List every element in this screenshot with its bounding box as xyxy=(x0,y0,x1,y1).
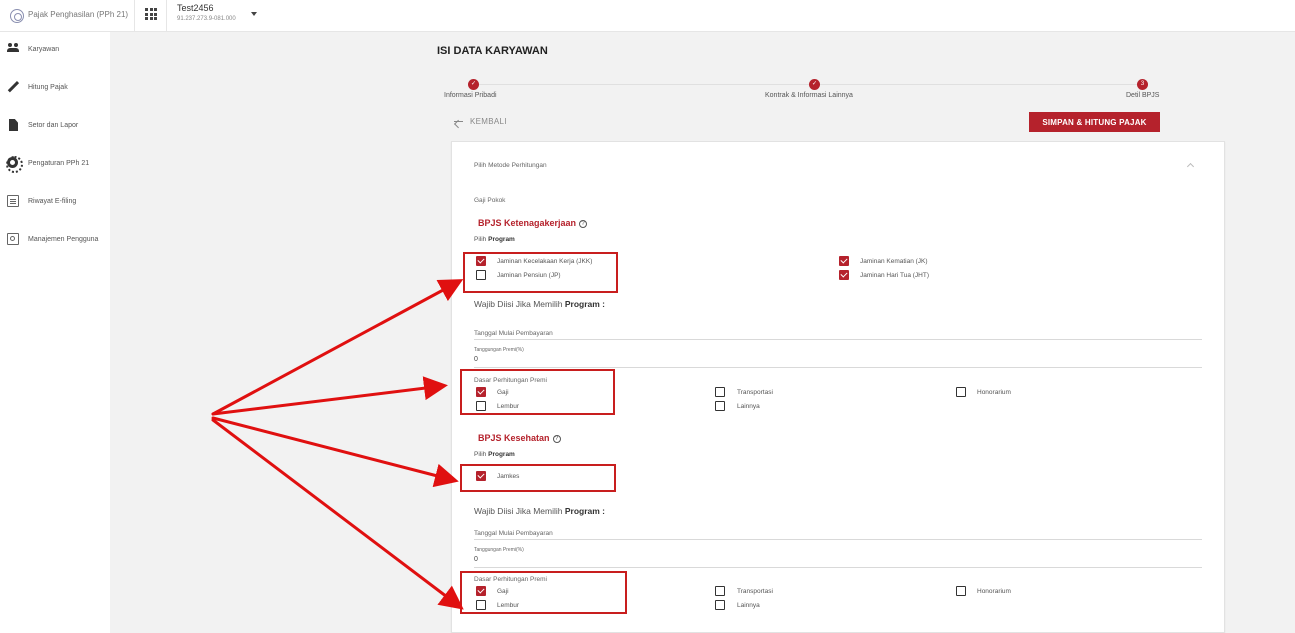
users-icon xyxy=(7,233,19,245)
company-npwp: 91.237.273.9-081.000 xyxy=(177,16,236,22)
step-done-check-icon: ✓ xyxy=(809,79,820,90)
app-logo-icon xyxy=(10,9,24,23)
step-label-kontrak: Kontrak & Informasi Lainnya xyxy=(765,92,853,99)
step-label-detil-bpjs: Detil BPJS xyxy=(1126,92,1160,99)
people-icon xyxy=(7,43,19,55)
metode-perhitungan-select[interactable]: Pilih Metode Perhitungan xyxy=(474,162,547,169)
checkbox-lainnya[interactable] xyxy=(715,401,725,411)
sidebar-item-label: Manajemen Pengguna xyxy=(28,236,99,243)
arrow-line xyxy=(211,279,464,416)
pencil-icon xyxy=(7,81,19,93)
save-and-calculate-button[interactable]: SIMPAN & HITUNG PAJAK xyxy=(1029,112,1160,132)
checkbox-label-lainnya: Lainnya xyxy=(737,403,760,410)
back-arrow-icon[interactable] xyxy=(454,121,463,122)
checkbox-transportasi[interactable] xyxy=(715,586,725,596)
highlight-box-dasar-ketenagakerjaan xyxy=(460,369,615,415)
pilih-program-label: Pilih Program xyxy=(474,451,515,458)
divider xyxy=(166,0,167,32)
gaji-pokok-field[interactable]: Gaji Pokok xyxy=(474,197,505,204)
sidebar-item-label: Karyawan xyxy=(28,46,60,53)
efiling-icon xyxy=(7,195,19,207)
sidebar: Karyawan Hitung Pajak Setor dan Lapor Pe… xyxy=(0,32,110,633)
highlight-box-dasar-kesehatan xyxy=(460,571,627,614)
caret-down-icon[interactable] xyxy=(251,12,257,16)
checkbox-label-honorarium: Honorarium xyxy=(977,389,1011,396)
sidebar-item-label: Hitung Pajak xyxy=(28,84,68,91)
page-title: ISI DATA KARYAWAN xyxy=(437,45,548,57)
sidebar-item-manajemen-pengguna[interactable]: Manajemen Pengguna xyxy=(0,227,110,253)
checkbox-jk[interactable] xyxy=(839,256,849,266)
input-underline xyxy=(474,567,1202,568)
top-bar: Pajak Penghasilan (PPh 21) Test2456 91.2… xyxy=(0,0,1295,32)
arrow-line xyxy=(211,418,464,610)
company-selector[interactable]: Test2456 91.237.273.9-081.000 xyxy=(177,3,236,22)
sidebar-item-label: Setor dan Lapor xyxy=(28,122,79,129)
app-grid-icon[interactable] xyxy=(145,8,157,20)
arrow-line xyxy=(211,416,459,488)
tanggungan-premi-input[interactable]: 0 xyxy=(474,356,478,363)
checkbox-label-jht: Jaminan Hari Tua (JHT) xyxy=(860,272,929,279)
company-name: Test2456 xyxy=(177,3,214,13)
pilih-program-label: Pilih Program xyxy=(474,236,515,243)
wajib-diisi-label: Wajib Diisi Jika Memilih Program : xyxy=(474,506,606,516)
checkbox-label-transportasi: Transportasi xyxy=(737,389,773,396)
sidebar-item-label: Pengaturan PPh 21 xyxy=(28,160,90,167)
checkbox-transportasi[interactable] xyxy=(715,387,725,397)
checkbox-honorarium[interactable] xyxy=(956,387,966,397)
back-link[interactable]: KEMBALI xyxy=(470,117,507,126)
gear-icon xyxy=(6,156,23,173)
checkbox-label-transportasi: Transportasi xyxy=(737,588,773,595)
section-title-kesehatan: BPJS Kesehatan? xyxy=(478,433,561,443)
checkbox-label-jk: Jaminan Kematian (JK) xyxy=(860,258,928,265)
checkbox-lainnya[interactable] xyxy=(715,600,725,610)
app-name: Pajak Penghasilan (PPh 21) xyxy=(28,10,129,19)
sidebar-item-riwayat-efiling[interactable]: Riwayat E-filing xyxy=(0,189,110,215)
input-underline xyxy=(474,367,1202,368)
tanggal-mulai-input[interactable]: Tanggal Mulai Pembayaran xyxy=(474,530,553,537)
step-label-informasi-pribadi: Informasi Pribadi xyxy=(444,92,497,99)
sidebar-item-pengaturan[interactable]: Pengaturan PPh 21 xyxy=(0,151,110,177)
step-current-number: 3 xyxy=(1137,79,1148,90)
tanggal-mulai-input[interactable]: Tanggal Mulai Pembayaran xyxy=(474,330,553,337)
step-done-check-icon: ✓ xyxy=(468,79,479,90)
highlight-box-program-kesehatan xyxy=(460,464,616,492)
arrow-line xyxy=(211,376,448,416)
sidebar-item-setor-lapor[interactable]: Setor dan Lapor xyxy=(0,113,110,139)
tanggungan-premi-label: Tanggungan Premi(%) xyxy=(474,347,524,353)
chevron-up-icon[interactable] xyxy=(1186,162,1195,171)
sidebar-item-hitung-pajak[interactable]: Hitung Pajak xyxy=(0,75,110,101)
checkbox-honorarium[interactable] xyxy=(956,586,966,596)
help-icon[interactable]: ? xyxy=(552,435,561,443)
highlight-box-program-ketenagakerjaan xyxy=(463,252,618,293)
checkbox-label-honorarium: Honorarium xyxy=(977,588,1011,595)
sidebar-item-karyawan[interactable]: Karyawan xyxy=(0,37,110,63)
input-underline xyxy=(474,539,1202,540)
divider xyxy=(134,0,135,32)
wajib-diisi-label: Wajib Diisi Jika Memilih Program : xyxy=(474,299,606,309)
section-title-ketenagakerjaan: BPJS Ketenagakerjaan? xyxy=(478,218,588,228)
help-icon[interactable]: ? xyxy=(579,220,588,228)
checkbox-label-lainnya: Lainnya xyxy=(737,602,760,609)
input-underline xyxy=(474,339,1202,340)
tanggungan-premi-input[interactable]: 0 xyxy=(474,556,478,563)
checkbox-jht[interactable] xyxy=(839,270,849,280)
document-icon xyxy=(9,119,18,131)
sidebar-item-label: Riwayat E-filing xyxy=(28,198,77,205)
tanggungan-premi-label: Tanggungan Premi(%) xyxy=(474,547,524,553)
stepper-line xyxy=(474,84,1142,85)
